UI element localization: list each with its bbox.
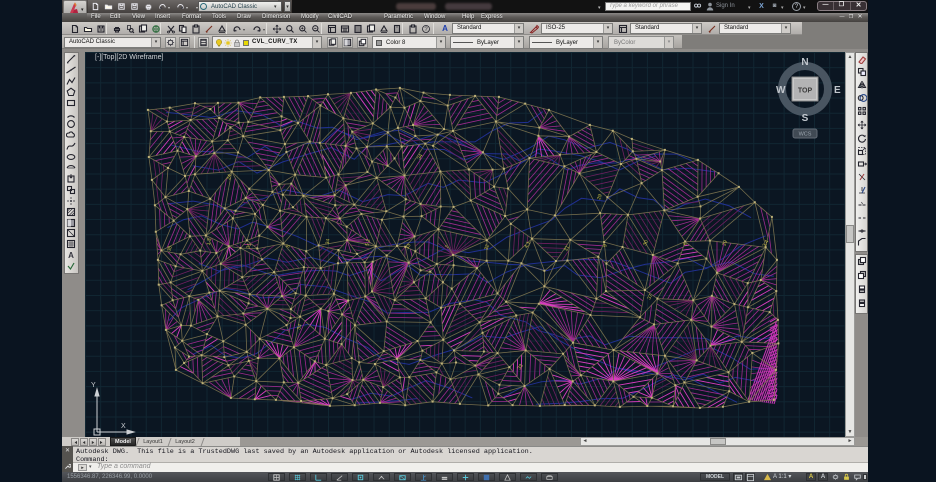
svg-text:34: 34: [325, 238, 332, 245]
svg-text:WCS: WCS: [799, 132, 812, 138]
svg-text:33: 33: [517, 363, 525, 371]
svg-text:TOP: TOP: [798, 88, 813, 95]
svg-text:3.4: 3.4: [762, 239, 771, 248]
svg-text:X: X: [121, 423, 126, 430]
svg-text:E: E: [834, 85, 841, 96]
svg-text:24: 24: [226, 174, 233, 181]
svg-text:34: 34: [417, 153, 425, 161]
svg-text:8: 8: [285, 244, 292, 249]
svg-text:37: 37: [646, 293, 654, 301]
svg-text:N: N: [801, 57, 808, 68]
svg-text:S: S: [802, 113, 809, 124]
svg-text:1.3: 1.3: [206, 238, 213, 246]
svg-text:9: 9: [602, 244, 608, 248]
svg-text:29: 29: [722, 239, 730, 246]
svg-text:Y: Y: [91, 382, 96, 389]
svg-text:32: 32: [483, 244, 490, 251]
svg-text:29: 29: [596, 193, 603, 200]
svg-text:30: 30: [642, 239, 650, 247]
svg-text:A: A: [68, 251, 74, 260]
svg-text:34: 34: [296, 323, 303, 330]
svg-text:W: W: [776, 85, 786, 96]
svg-text:36: 36: [166, 245, 174, 253]
